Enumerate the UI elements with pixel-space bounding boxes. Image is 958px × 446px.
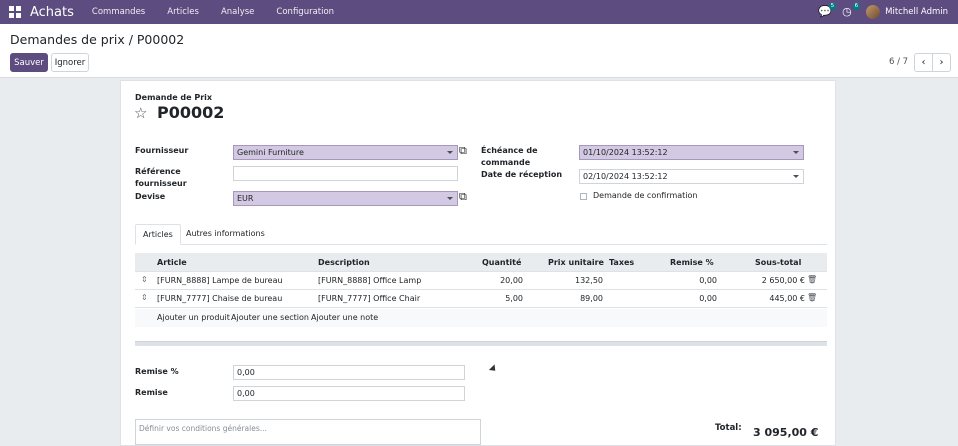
receipt-date-value: 02/10/2024 13:52:12 (583, 172, 668, 181)
cell-subtotal: 2 650,00 € (761, 276, 805, 285)
save-button[interactable]: Sauver (10, 53, 48, 72)
col-taxes[interactable]: Taxes (609, 258, 634, 267)
terms-textarea[interactable]: Définir vos conditions générales... (135, 419, 481, 445)
col-quantity[interactable]: Quantité (482, 258, 521, 267)
chevron-down-icon (447, 197, 453, 200)
cell-description[interactable]: [FURN_7777] Office Chair (318, 294, 420, 303)
clock-icon: ◷ (842, 5, 852, 18)
deadline-field[interactable]: 01/10/2024 13:52:12 (579, 145, 804, 160)
table-header: Article Description Quantité Prix unitai… (135, 253, 827, 272)
supplier-ref-input[interactable] (233, 166, 458, 181)
deadline-label: Échéance de commande (481, 146, 538, 167)
messages-badge: 5 (828, 3, 837, 10)
tab-autres-informations[interactable]: Autres informations (179, 224, 272, 245)
table-row[interactable]: ⇕ [FURN_7777] Chaise de bureau [FURN_777… (135, 290, 827, 308)
cell-discount[interactable]: 0,00 (665, 294, 717, 303)
chevron-down-icon (793, 175, 799, 178)
currency-field[interactable]: EUR (233, 191, 458, 206)
pager-previous-button[interactable]: ‹ (914, 53, 933, 72)
currency-label: Devise (135, 192, 166, 201)
total-value: 3 095,00 € (753, 426, 819, 439)
external-link-icon[interactable]: ⧉ (459, 190, 467, 204)
chevron-left-icon: ‹ (921, 57, 926, 68)
pager-next-button[interactable]: › (932, 53, 951, 72)
col-unit-price[interactable]: Prix unitaire (548, 258, 604, 267)
notebook-tabs: Articles Autres informations (135, 224, 827, 245)
col-subtotal[interactable]: Sous-total (755, 258, 801, 267)
cell-unit-price[interactable]: 89,00 (535, 294, 603, 303)
discount-input[interactable]: 0,00 (233, 386, 465, 401)
nav-articles[interactable]: Articles (167, 7, 199, 17)
add-section-link[interactable]: Ajouter une section (231, 313, 309, 322)
breadcrumb[interactable]: Demandes de prix / P00002 (10, 32, 184, 47)
control-panel: Demandes de prix / P00002 Sauver Ignorer… (0, 24, 958, 78)
section-separator (135, 341, 827, 346)
messages-button[interactable]: 💬 5 (818, 3, 837, 19)
cell-quantity[interactable]: 20,00 (475, 276, 523, 285)
discount-percent-label: Remise % (135, 367, 179, 376)
supplier-value: Gemini Furniture (237, 148, 304, 157)
cell-subtotal: 445,00 € (769, 294, 805, 303)
col-description[interactable]: Description (318, 258, 370, 267)
star-icon[interactable]: ☆ (134, 104, 147, 122)
top-navbar: Achats Commandes Articles Analyse Config… (0, 0, 958, 24)
pager-value[interactable]: 6 / 7 (889, 57, 908, 67)
currency-value: EUR (237, 194, 254, 203)
document-name: P00002 (157, 103, 225, 122)
deadline-value: 01/10/2024 13:52:12 (583, 148, 668, 157)
discount-label: Remise (135, 388, 168, 397)
cell-discount[interactable]: 0,00 (665, 276, 717, 285)
chevron-right-icon: › (939, 57, 944, 68)
add-line-row: Ajouter un produit Ajouter une section A… (135, 309, 827, 327)
nav-configuration[interactable]: Configuration (276, 7, 334, 17)
tab-articles[interactable]: Articles (135, 224, 181, 245)
drag-handle-icon[interactable]: ⇕ (141, 293, 148, 302)
add-note-link[interactable]: Ajouter une note (311, 313, 378, 322)
col-discount[interactable]: Remise % (670, 258, 714, 267)
receipt-date-field[interactable]: 02/10/2024 13:52:12 (579, 169, 804, 184)
cell-quantity[interactable]: 5,00 (475, 294, 523, 303)
add-product-link[interactable]: Ajouter un produit (157, 313, 230, 322)
supplier-ref-label: Référence fournisseur (135, 167, 187, 188)
cell-unit-price[interactable]: 132,50 (535, 276, 603, 285)
trash-icon[interactable]: 🗑 (807, 275, 817, 284)
supplier-field[interactable]: Gemini Furniture (233, 145, 458, 160)
nav-analyse[interactable]: Analyse (221, 7, 254, 17)
cell-article[interactable]: [FURN_8888] Lampe de bureau (157, 276, 283, 285)
form-sheet: Demande de Prix ☆ P00002 Fournisseur Gem… (120, 80, 836, 446)
chevron-down-icon (793, 151, 799, 154)
external-link-icon[interactable]: ⧉ (459, 144, 467, 158)
discount-percent-input[interactable]: 0,00 (233, 365, 465, 380)
confirm-checkbox[interactable] (580, 193, 587, 200)
table-row[interactable]: ⇕ [FURN_8888] Lampe de bureau [FURN_8888… (135, 272, 827, 290)
supplier-label: Fournisseur (135, 146, 189, 155)
document-type: Demande de Prix (135, 93, 213, 102)
app-menu-icon[interactable] (9, 6, 21, 18)
col-article[interactable]: Article (157, 258, 187, 267)
activities-button[interactable]: ◷ 6 (842, 3, 861, 19)
activities-badge: 6 (852, 3, 861, 10)
drag-handle-icon[interactable]: ⇕ (141, 275, 148, 284)
discard-button[interactable]: Ignorer (51, 53, 89, 72)
chevron-down-icon (447, 151, 453, 154)
trash-icon[interactable]: 🗑 (807, 293, 817, 302)
avatar[interactable] (866, 5, 881, 19)
app-name[interactable]: Achats (30, 5, 74, 20)
user-name[interactable]: Mitchell Admin (885, 7, 948, 17)
cell-article[interactable]: [FURN_7777] Chaise de bureau (157, 294, 282, 303)
confirm-label: Demande de confirmation (593, 191, 698, 200)
total-label: Total: (715, 423, 742, 433)
nav-commandes[interactable]: Commandes (92, 7, 145, 17)
receipt-date-label: Date de réception (481, 170, 563, 179)
cell-description[interactable]: [FURN_8888] Office Lamp (318, 276, 421, 285)
